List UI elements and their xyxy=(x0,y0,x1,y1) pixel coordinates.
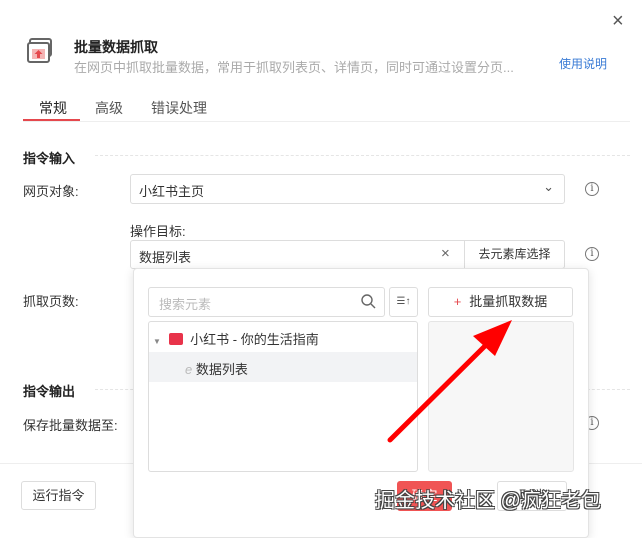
red-arrow-annotation xyxy=(387,320,512,443)
watermark: 掘金技术社区 @疯狂老包 xyxy=(375,490,601,512)
